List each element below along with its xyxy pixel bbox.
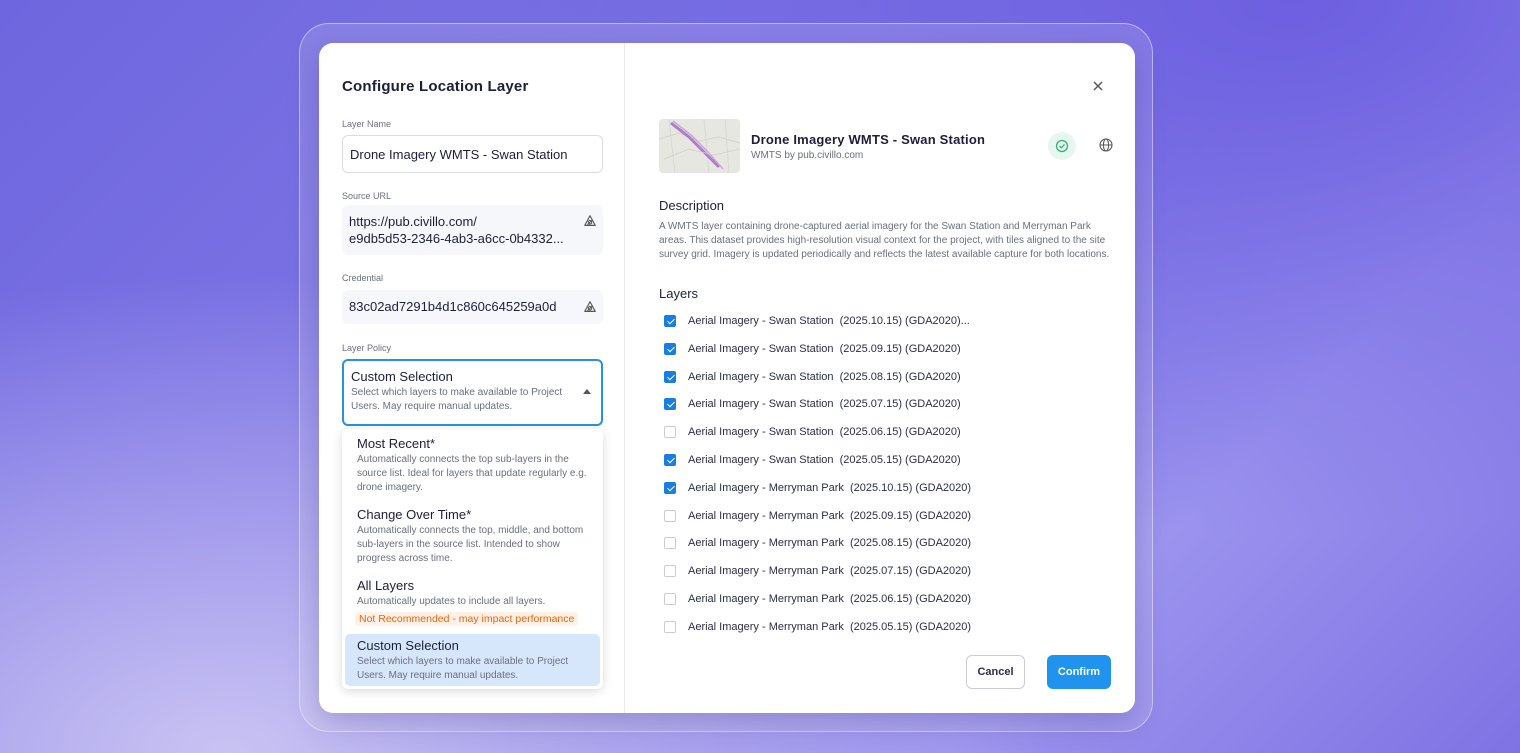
layer-label: Aerial Imagery - Merryman Park (2025.06.… [688,593,972,605]
layer-label: Aerial Imagery - Merryman Park (2025.10.… [688,481,972,494]
layer-row[interactable]: Aerial Imagery - Swan Station (2025.10.1… [664,311,970,331]
source-url-field[interactable]: https://pub.civillo.com/ e9db5d53-2346-4… [342,205,603,255]
layer-checkbox[interactable] [664,537,676,550]
layer-checkbox[interactable] [664,426,676,439]
layer-label: Aerial Imagery - Swan Station (2025.06.1… [688,426,961,439]
source-url-line1: https://pub.civillo.com/ [349,214,477,229]
close-icon[interactable] [1091,79,1105,93]
layer-checkbox[interactable] [664,454,676,466]
option-desc: Automatically connects the top sub-layer… [357,454,587,493]
eye-off-icon[interactable] [583,300,597,314]
settings-panel: Configure Location Layer Layer Name Dron… [319,43,625,713]
layer-checkbox[interactable] [664,398,676,411]
option-desc: Automatically updates to include all lay… [357,596,546,607]
layer-checkbox[interactable] [664,620,676,633]
description-text: A WMTS layer containing drone-captured a… [659,221,1110,260]
layer-row[interactable]: Aerial Imagery - Swan Station (2025.07.1… [664,394,961,414]
dialog-title: Configure Location Layer [342,78,529,95]
option-name: Change Over Time* [357,507,472,522]
layers-heading: Layers [659,286,699,301]
layer-checkbox[interactable] [664,342,676,355]
layer-checkbox[interactable] [664,481,676,494]
layer-title: Drone Imagery WMTS - Swan Station [751,132,986,147]
source-url-label: Source URL [342,191,392,201]
globe-icon[interactable] [1098,137,1114,153]
layer-checkbox[interactable] [664,315,676,327]
layer-row[interactable]: Aerial Imagery - Merryman Park (2025.10.… [664,478,971,498]
confirm-button[interactable]: Confirm [1047,655,1111,689]
eye-off-icon[interactable] [583,214,597,228]
layer-row[interactable]: Aerial Imagery - Swan Station (2025.08.1… [664,367,961,387]
caret-up-icon [583,389,591,394]
layer-label: Aerial Imagery - Merryman Park (2025.09.… [688,509,972,522]
policy-option-change-over-time[interactable]: Change Over Time* Automatically connects… [345,503,600,570]
configure-layer-dialog: Configure Location Layer Layer Name Dron… [319,43,1135,713]
policy-option-custom-selection[interactable]: Custom Selection Select which layers to … [345,634,600,686]
layer-row[interactable]: Aerial Imagery - Swan Station (2025.09.1… [664,339,961,359]
cancel-button[interactable]: Cancel [966,655,1025,689]
check-circle-icon [1048,132,1076,160]
layer-row[interactable]: Aerial Imagery - Swan Station (2025.05.1… [664,450,961,470]
layer-row[interactable]: Aerial Imagery - Merryman Park (2025.07.… [664,561,971,581]
layer-label: Aerial Imagery - Swan Station (2025.10.1… [688,315,970,327]
layer-thumbnail [659,119,740,173]
layer-checkbox[interactable] [664,593,676,605]
selected-policy-desc: Select which layers to make available to… [351,387,563,412]
layer-label: Aerial Imagery - Swan Station (2025.05.1… [688,454,961,466]
layer-source: WMTS by pub.civillo.com [751,150,864,161]
option-name: Custom Selection [357,638,459,653]
layer-label: Aerial Imagery - Swan Station (2025.09.1… [688,342,961,355]
layer-row[interactable]: Aerial Imagery - Merryman Park (2025.05.… [664,617,971,637]
warning-badge: Not Recommended - may impact performance [355,612,579,626]
layer-label: Aerial Imagery - Merryman Park (2025.05.… [688,620,972,633]
layer-label: Aerial Imagery - Swan Station (2025.07.1… [688,398,961,411]
selected-policy-name: Custom Selection [351,369,453,384]
layer-policy-select[interactable]: Custom Selection Select which layers to … [342,359,603,426]
description-heading: Description [659,198,725,213]
layer-row[interactable]: Aerial Imagery - Swan Station (2025.06.1… [664,422,961,442]
layer-checkbox[interactable] [664,565,676,578]
option-desc: Select which layers to make available to… [357,656,569,681]
option-name: Most Recent* [357,436,436,451]
policy-option-most-recent[interactable]: Most Recent* Automatically connects the … [345,432,600,499]
option-desc: Automatically connects the top, middle, … [357,525,584,564]
source-url-line2: e9db5d53-2346-4ab3-a6cc-0b4332... [349,231,564,246]
layer-label: Aerial Imagery - Merryman Park (2025.08.… [688,537,972,550]
layer-detail-panel: Drone Imagery WMTS - Swan Station WMTS b… [625,43,1135,713]
layer-checkbox[interactable] [664,509,676,522]
policy-dropdown-menu: Most Recent* Automatically connects the … [342,429,603,689]
layer-label: Aerial Imagery - Merryman Park (2025.07.… [688,565,972,578]
layer-row[interactable]: Aerial Imagery - Merryman Park (2025.06.… [664,589,971,609]
layer-policy-label: Layer Policy [342,343,392,353]
credential-label: Credential [342,273,384,283]
policy-option-all-layers[interactable]: All Layers Automatically updates to incl… [345,574,600,631]
layer-name-input[interactable]: Drone Imagery WMTS - Swan Station [342,135,603,173]
layer-row[interactable]: Aerial Imagery - Merryman Park (2025.08.… [664,533,971,553]
credential-field[interactable]: 83c02ad7291b4d1c860c645259a0d [342,290,603,324]
layer-row[interactable]: Aerial Imagery - Merryman Park (2025.09.… [664,506,971,526]
option-name: All Layers [357,578,415,593]
layer-name-label: Layer Name [342,119,392,129]
layer-label: Aerial Imagery - Swan Station (2025.08.1… [688,370,961,383]
layer-checkbox[interactable] [664,370,676,383]
credential-value: 83c02ad7291b4d1c860c645259a0d [349,299,557,314]
map-thumbnail-image [659,119,740,173]
